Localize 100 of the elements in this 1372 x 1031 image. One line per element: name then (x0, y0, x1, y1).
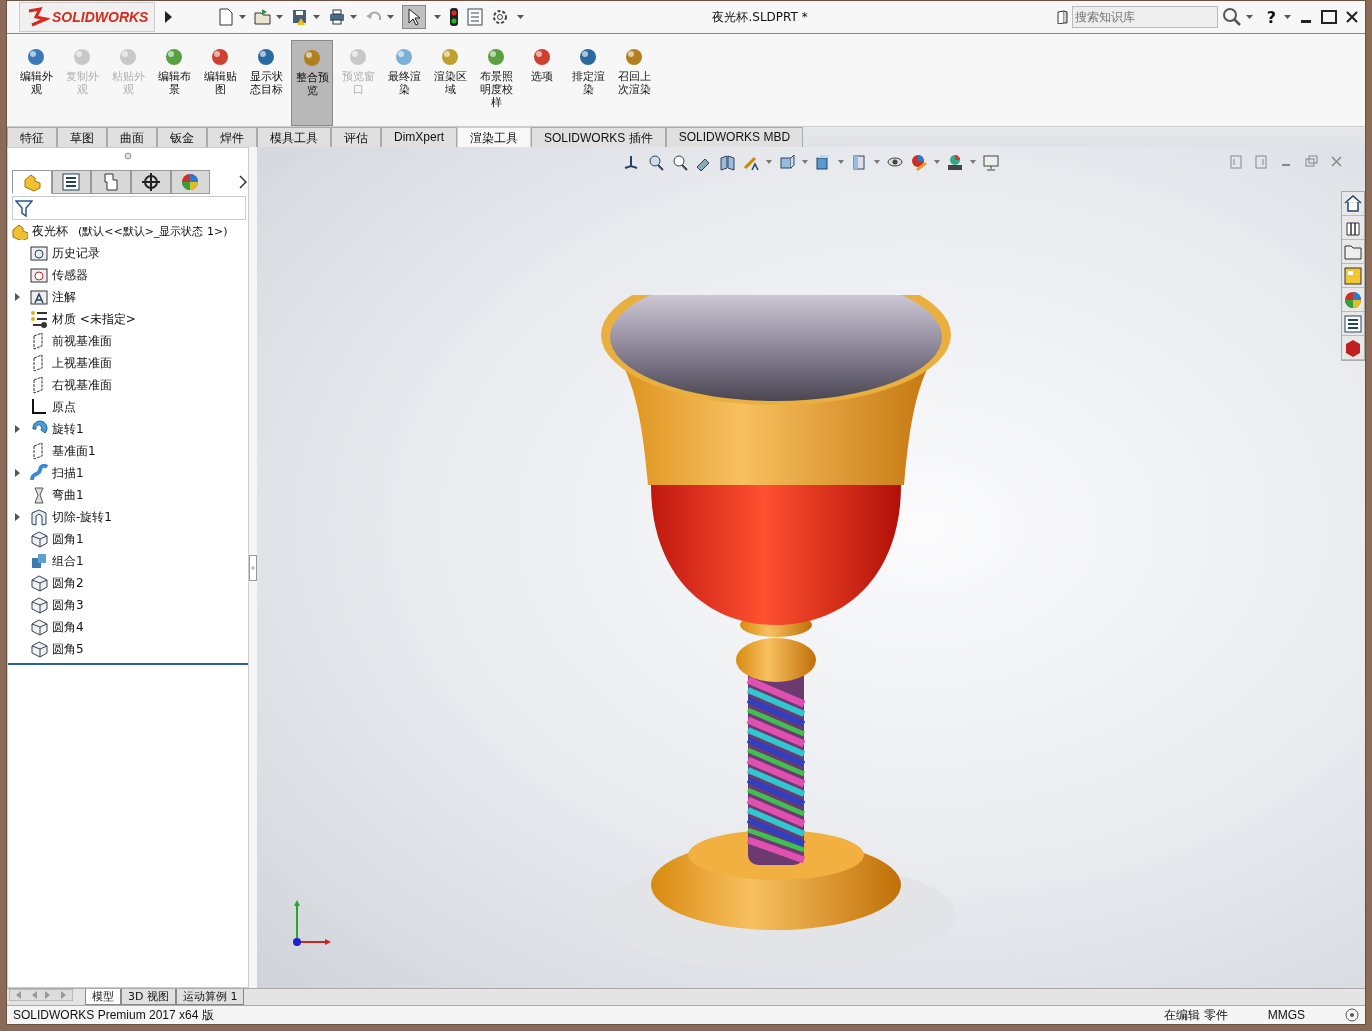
expand-arrow-icon[interactable] (13, 469, 21, 477)
dropdown-arrow-icon[interactable] (838, 160, 844, 164)
command-tab[interactable]: 模具工具 (257, 127, 331, 147)
tree-item[interactable]: 注解 (8, 286, 248, 308)
dropdown-arrow-icon[interactable] (239, 14, 247, 20)
monitor-icon[interactable] (982, 153, 1000, 171)
open-folder-icon[interactable] (254, 8, 273, 26)
properties-icon[interactable] (1343, 313, 1363, 334)
dropdown-arrow-icon[interactable] (766, 160, 772, 164)
tree-item[interactable]: 右视基准面 (8, 374, 248, 396)
expand-arrow-icon[interactable] (163, 10, 174, 24)
sphere-icon (439, 46, 461, 68)
edit-appearance-icon[interactable] (910, 153, 928, 171)
dropdown-arrow-icon[interactable] (1284, 14, 1291, 20)
tree-item[interactable]: 圆角2 (8, 572, 248, 594)
ribbon-button[interactable]: 显示状态目标 (245, 40, 287, 126)
command-tab[interactable]: 钣金 (157, 127, 207, 147)
dropdown-arrow-icon[interactable] (517, 14, 525, 20)
home-icon[interactable] (1343, 193, 1363, 214)
dropdown-arrow-icon[interactable] (970, 160, 976, 164)
filter-field[interactable] (12, 196, 246, 220)
tree-item[interactable]: 夜光杯 (默认<<默认>_显示状态 1>) (8, 220, 248, 242)
new-document-icon[interactable] (217, 8, 236, 26)
dropdown-arrow-icon[interactable] (434, 14, 442, 20)
chevron-right-icon[interactable] (238, 175, 249, 189)
tree-item[interactable]: 基准面1 (8, 440, 248, 462)
tree-item[interactable]: 圆角5 (8, 638, 248, 660)
view-tab[interactable]: 运动算例 1 (175, 989, 245, 1005)
command-tab[interactable]: SOLIDWORKS MBD (665, 127, 804, 147)
maximize-icon[interactable] (1321, 10, 1337, 24)
traffic-light-icon[interactable] (449, 7, 460, 27)
command-tab[interactable]: DimXpert (381, 127, 457, 147)
dropdown-arrow-icon[interactable] (350, 14, 358, 20)
command-tab[interactable]: 曲面 (107, 127, 157, 147)
splitter-handle-icon[interactable] (249, 554, 257, 581)
appearance-icon[interactable] (1343, 289, 1363, 310)
command-tab[interactable]: 草图 (57, 127, 107, 147)
dropdown-arrow-icon[interactable] (276, 14, 284, 20)
search-field[interactable]: 搜索知识库 (1071, 6, 1218, 28)
ribbon-button[interactable]: 编辑布景 (153, 40, 195, 126)
panel-tab[interactable] (130, 170, 171, 194)
dropdown-arrow-icon[interactable] (313, 14, 321, 20)
tree-item[interactable]: 组合1 (8, 550, 248, 572)
tree-item[interactable]: 圆角1 (8, 528, 248, 550)
tree-item[interactable]: 圆角3 (8, 594, 248, 616)
tile-left-icon[interactable] (1230, 155, 1243, 169)
tree-item[interactable]: 弯曲1 (8, 484, 248, 506)
ribbon-button[interactable]: 布景照明度校样 (475, 40, 517, 126)
close-icon[interactable] (1345, 10, 1359, 24)
select-button[interactable] (402, 5, 427, 29)
print-icon[interactable] (328, 8, 347, 26)
grip-icon[interactable] (124, 152, 132, 160)
view-tab[interactable]: 模型 (85, 989, 121, 1005)
cube-icon[interactable] (1343, 337, 1363, 358)
expand-arrow-icon[interactable] (13, 513, 21, 521)
panel-tab[interactable] (51, 170, 92, 194)
ribbon-button[interactable]: 召回上次渲染 (613, 40, 655, 126)
dropdown-arrow-icon[interactable] (1245, 14, 1253, 20)
command-tab[interactable]: 评估 (331, 127, 381, 147)
tree-item[interactable]: 传感器 (8, 264, 248, 286)
dropdown-arrow-icon[interactable] (802, 160, 808, 164)
dropdown-arrow-icon[interactable] (934, 160, 940, 164)
tree-item[interactable]: 圆角4 (8, 616, 248, 638)
tree-item[interactable]: 原点 (8, 396, 248, 418)
help-button[interactable]: ? (1266, 7, 1276, 27)
search-icon[interactable] (1221, 7, 1242, 27)
tree-item[interactable]: 旋转1 (8, 418, 248, 440)
panel-tab[interactable] (170, 170, 211, 194)
command-tab[interactable]: SOLIDWORKS 插件 (531, 127, 666, 147)
settings-icon[interactable] (491, 8, 510, 26)
ribbon-button[interactable]: 选项 (521, 40, 563, 126)
tree-item[interactable]: 历史记录 (8, 242, 248, 264)
solidworks-logo[interactable]: SOLIDWORKS (19, 2, 156, 32)
expand-arrow-icon[interactable] (13, 293, 21, 301)
ribbon-button[interactable]: 排定渲染 (567, 40, 609, 126)
units-label[interactable]: MMGS (1267, 1008, 1305, 1022)
sphere-icon (255, 46, 277, 68)
help-circle-icon[interactable] (1345, 1008, 1359, 1022)
ribbon-button[interactable]: 编辑外观 (15, 40, 57, 126)
view-tab[interactable]: 3D 视图 (121, 989, 176, 1005)
ribbon-button[interactable]: 整合预览 (291, 40, 333, 126)
command-tab[interactable]: 特征 (7, 127, 57, 147)
zoom-fit-icon[interactable] (646, 153, 664, 171)
ribbon-button[interactable]: 渲染区域 (429, 40, 471, 126)
command-tab[interactable]: 焊件 (207, 127, 257, 147)
ribbon-button[interactable]: 最终渲染 (383, 40, 425, 126)
tile-right-icon[interactable] (1255, 155, 1268, 169)
axis-icon[interactable] (622, 153, 640, 171)
list-icon[interactable] (467, 8, 484, 26)
command-tab[interactable]: 渲染工具 (457, 127, 531, 147)
tree-item[interactable]: 上视基准面 (8, 352, 248, 374)
expand-arrow-icon[interactable] (13, 425, 21, 433)
dropdown-arrow-icon[interactable] (387, 14, 395, 20)
zoom-area-icon[interactable] (670, 153, 688, 171)
tree-item[interactable]: 前视基准面 (8, 330, 248, 352)
tree-item[interactable]: 材质 <未指定> (8, 308, 248, 330)
tree-item[interactable]: 扫描1 (8, 462, 248, 484)
tree-item[interactable]: 切除-旋转1 (8, 506, 248, 528)
dropdown-arrow-icon[interactable] (874, 160, 880, 164)
ribbon-button[interactable]: 编辑贴图 (199, 40, 241, 126)
